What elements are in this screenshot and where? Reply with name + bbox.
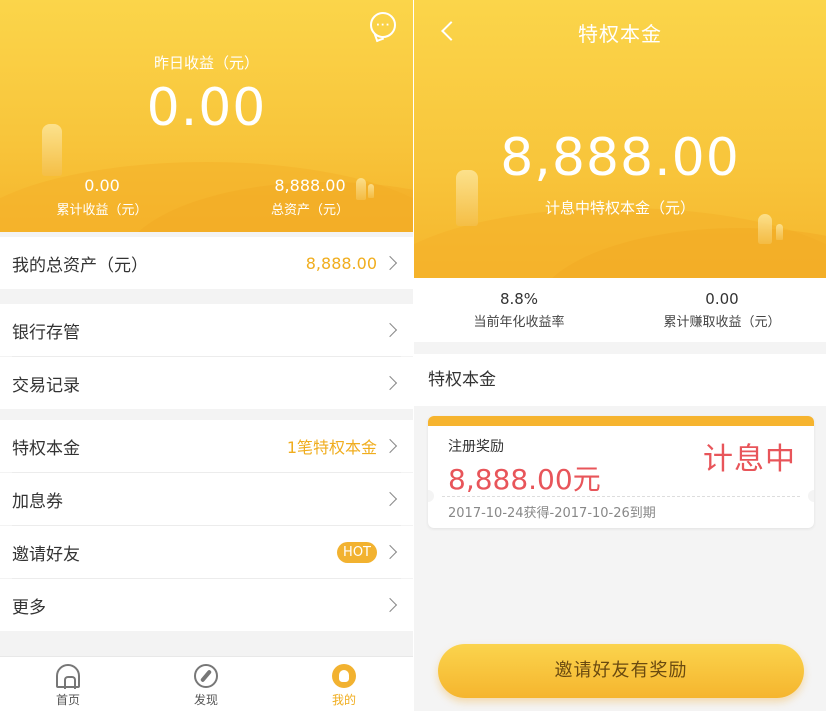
- card-notch: [428, 490, 434, 502]
- principal-value: 8,888.00: [500, 128, 740, 188]
- decor-pillar: [758, 214, 772, 244]
- earned-label: 累计赚取收益（元）: [663, 315, 781, 330]
- invite-friends-row[interactable]: 邀请好友 HOT: [0, 526, 413, 578]
- section-title: 特权本金: [414, 354, 826, 406]
- tab-discover[interactable]: 发现: [176, 657, 236, 711]
- tab-label: 首页: [55, 693, 80, 707]
- principal-header: 特权本金 8,888.00 计息中特权本金（元）: [414, 0, 826, 278]
- cumulative-earnings-label: 累计收益（元）: [56, 203, 148, 218]
- row-label: 交易记录: [12, 375, 80, 396]
- earned-stat: 0.00 累计赚取收益（元）: [652, 290, 792, 330]
- chevron-right-icon: [382, 375, 398, 391]
- card-accent-bar: [428, 416, 814, 426]
- card-dates: 2017-10-24获得-2017-10-26到期: [448, 506, 656, 521]
- row-label: 加息券: [12, 491, 63, 512]
- card-type: 注册奖励: [448, 439, 504, 455]
- more-row[interactable]: 更多: [0, 579, 413, 631]
- tab-label: 发现: [193, 693, 218, 707]
- transaction-records-row[interactable]: 交易记录: [0, 357, 413, 409]
- earnings-header: ··· 昨日收益（元） 0.00 0.00 累计收益（元） 8,888.00 总…: [0, 0, 413, 232]
- cumulative-earnings-value: 0.00: [84, 176, 120, 195]
- row-label: 特权本金: [12, 438, 80, 459]
- chevron-right-icon: [382, 438, 398, 454]
- card-amount: 8,888.00元: [448, 463, 601, 496]
- decor-pillar: [776, 224, 783, 240]
- row-label: 邀请好友: [12, 544, 80, 565]
- home-icon: [56, 664, 80, 689]
- tab-home[interactable]: 首页: [38, 657, 98, 711]
- invite-friends-button[interactable]: 邀请好友有奖励: [438, 644, 804, 698]
- row-label: 更多: [12, 597, 46, 618]
- bank-custody-row[interactable]: 银行存管: [0, 304, 413, 356]
- compass-icon: [194, 664, 218, 688]
- yesterday-earnings-label: 昨日收益（元）: [153, 54, 259, 72]
- tab-label: 我的: [331, 693, 356, 707]
- yield-stats: 8.8% 当前年化收益率 0.00 累计赚取收益（元）: [414, 278, 826, 342]
- total-assets-value: 8,888.00: [274, 176, 346, 195]
- annual-rate-stat: 8.8% 当前年化收益率: [454, 290, 584, 330]
- privilege-principal-screen: 特权本金 8,888.00 计息中特权本金（元） 8.8% 当前年化收益率 0.…: [414, 0, 826, 711]
- total-assets-row[interactable]: 我的总资产（元） 8,888.00: [0, 237, 413, 289]
- row-label: 我的总资产（元）: [12, 255, 148, 276]
- me-icon: [332, 664, 356, 688]
- card-dashed-divider: [442, 496, 800, 497]
- chevron-right-icon: [382, 322, 398, 338]
- chevron-right-icon: [382, 255, 398, 271]
- principal-label: 计息中特权本金（元）: [544, 199, 695, 217]
- privilege-card[interactable]: 注册奖励 8,888.00元 计息中 2017-10-24获得-2017-10-…: [428, 416, 814, 528]
- row-value: 8,888.00: [305, 253, 377, 273]
- yesterday-earnings-value: 0.00: [146, 78, 267, 138]
- bottom-tab-bar: 首页 发现 我的: [0, 656, 413, 711]
- annual-rate-label: 当前年化收益率: [473, 315, 565, 330]
- chat-bubble-icon[interactable]: ···: [370, 12, 396, 38]
- row-value: 1笔特权本金: [286, 438, 377, 457]
- interest-coupon-row[interactable]: 加息券: [0, 473, 413, 525]
- my-account-screen: ··· 昨日收益（元） 0.00 0.00 累计收益（元） 8,888.00 总…: [0, 0, 413, 711]
- hot-badge: HOT: [337, 541, 377, 563]
- card-notch: [808, 490, 814, 502]
- chevron-right-icon: [382, 597, 398, 613]
- earned-value: 0.00: [705, 290, 739, 308]
- annual-rate-value: 8.8%: [499, 290, 539, 308]
- row-label: 银行存管: [12, 322, 80, 343]
- page-title: 特权本金: [578, 22, 662, 46]
- chevron-right-icon: [382, 544, 398, 560]
- total-assets-label: 总资产（元）: [270, 203, 349, 218]
- chevron-right-icon: [382, 491, 398, 507]
- privilege-principal-row[interactable]: 特权本金 1笔特权本金: [0, 420, 413, 472]
- card-status: 计息中: [703, 442, 796, 477]
- tab-me[interactable]: 我的: [314, 657, 374, 711]
